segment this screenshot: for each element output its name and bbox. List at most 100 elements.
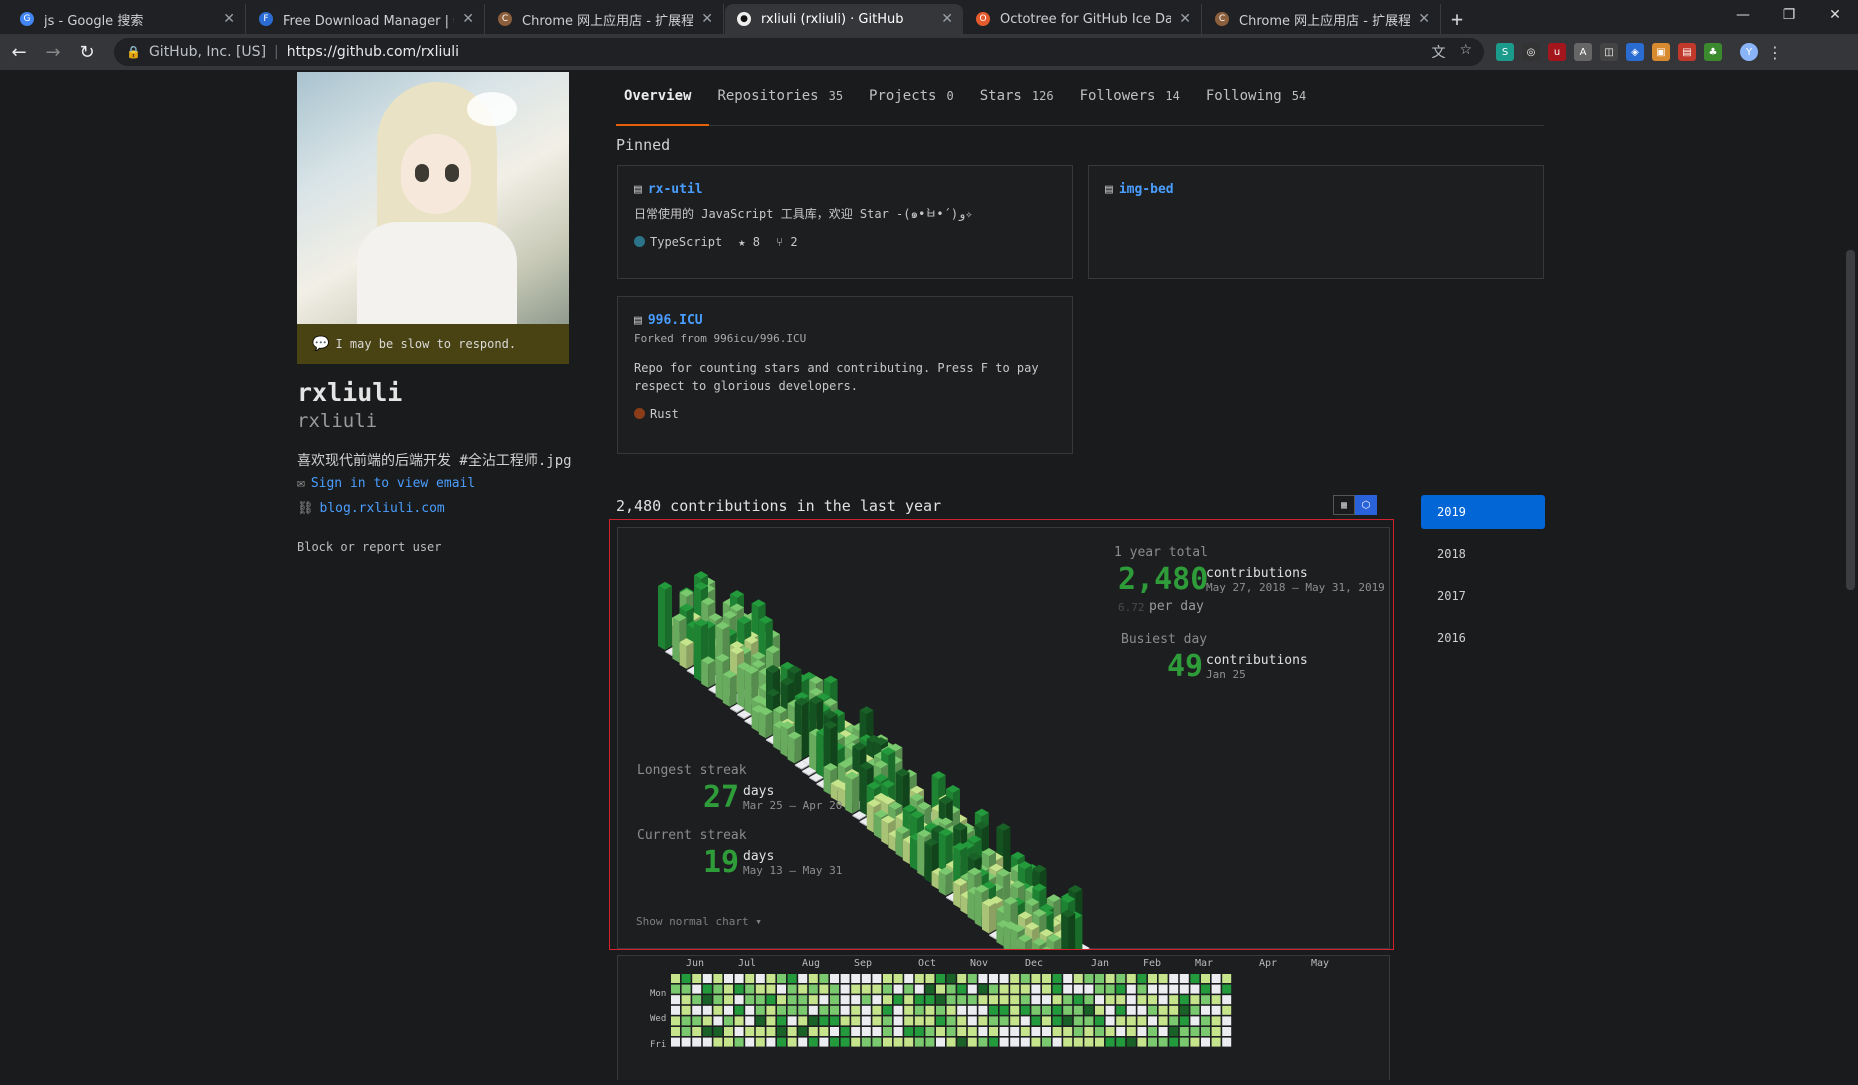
heatmap-day-cell[interactable] [1190,1037,1200,1047]
heatmap-day-cell[interactable] [1052,1016,1062,1026]
heatmap-day-cell[interactable] [787,984,797,994]
back-icon[interactable]: ← [4,37,34,67]
heatmap-day-cell[interactable] [893,1027,903,1036]
heatmap-day-cell[interactable] [936,1037,945,1047]
tab-close-icon[interactable]: ✕ [1418,11,1430,27]
heatmap-day-cell[interactable] [1095,1016,1104,1026]
heatmap-day-cell[interactable] [692,1005,702,1015]
tab-stars[interactable]: Stars 126 [972,82,1072,126]
heatmap-day-cell[interactable] [1020,984,1030,994]
heatmap-day-cell[interactable] [830,995,839,1005]
heatmap-day-cell[interactable] [1211,984,1221,994]
heatmap-day-cell[interactable] [798,1005,808,1015]
heatmap-day-cell[interactable] [819,1027,829,1036]
heatmap-day-cell[interactable] [766,995,776,1005]
heatmap-day-cell[interactable] [681,995,691,1005]
heatmap-day-cell[interactable] [936,984,945,994]
heatmap-day-cell[interactable] [798,1016,808,1026]
heatmap-day-cell[interactable] [967,995,977,1005]
heatmap-day-cell[interactable] [692,984,702,994]
heatmap-day-cell[interactable] [1137,974,1147,983]
extension-icon[interactable]: S [1496,43,1514,61]
heatmap-day-cell[interactable] [999,974,1009,983]
heatmap-day-cell[interactable] [702,1016,712,1026]
heatmap-day-cell[interactable] [1137,1005,1147,1015]
heatmap-day-cell[interactable] [840,1027,850,1036]
heatmap-day-cell[interactable] [787,995,797,1005]
heatmap-day-cell[interactable] [957,995,967,1005]
heatmap-day-cell[interactable] [1169,1037,1179,1047]
heatmap-day-cell[interactable] [1020,974,1030,983]
heatmap-day-cell[interactable] [1158,984,1168,994]
heatmap-day-cell[interactable] [1031,974,1041,983]
heatmap-day-cell[interactable] [1031,1037,1041,1047]
tab-overview[interactable]: Overview [616,82,710,126]
heatmap-day-cell[interactable] [702,984,712,994]
scrollbar[interactable] [1843,70,1858,1080]
forked-from[interactable]: Forked from 996icu/996.ICU [634,332,1056,345]
heatmap-day-cell[interactable] [1042,1027,1051,1036]
heatmap-day-cell[interactable] [1179,995,1189,1005]
heatmap-day-cell[interactable] [840,984,850,994]
heatmap-day-cell[interactable] [1126,1037,1136,1047]
heatmap-day-cell[interactable] [766,1005,776,1015]
heatmap-day-cell[interactable] [1095,1037,1104,1047]
heatmap-day-cell[interactable] [1222,1037,1232,1047]
heatmap-day-cell[interactable] [883,984,892,994]
heatmap-day-cell[interactable] [1201,1005,1210,1015]
heatmap-day-cell[interactable] [798,1027,808,1036]
heatmap-day-cell[interactable] [957,974,967,983]
heatmap-day-cell[interactable] [999,1037,1009,1047]
heatmap-day-cell[interactable] [989,1027,998,1036]
heatmap-day-cell[interactable] [1105,1005,1115,1015]
heatmap-day-cell[interactable] [1105,984,1115,994]
heatmap-day-cell[interactable] [883,1037,892,1047]
heatmap-day-cell[interactable] [745,974,755,983]
heatmap-day-cell[interactable] [1095,974,1104,983]
heatmap-day-cell[interactable] [1042,974,1051,983]
show-normal-chart-toggle[interactable]: Show normal chart ▾ [636,915,762,928]
block-report-link[interactable]: Block or report user [297,540,442,554]
profile-avatar-icon[interactable]: Y [1740,43,1758,61]
heatmap-day-cell[interactable] [702,1037,712,1047]
heatmap-day-cell[interactable] [798,995,808,1005]
heatmap-day-cell[interactable] [777,984,786,994]
heatmap-day-cell[interactable] [777,1016,786,1026]
heatmap-day-cell[interactable] [978,995,988,1005]
heatmap-day-cell[interactable] [724,1037,733,1047]
heatmap-day-cell[interactable] [1148,1037,1157,1047]
heatmap-day-cell[interactable] [851,995,861,1005]
heatmap-day-cell[interactable] [1042,984,1051,994]
heatmap-day-cell[interactable] [1084,995,1094,1005]
heatmap-day-cell[interactable] [1190,974,1200,983]
heatmap-day-cell[interactable] [1073,1005,1083,1015]
heatmap-day-cell[interactable] [1211,1005,1221,1015]
heatmap-day-cell[interactable] [1179,1037,1189,1047]
browser-tab[interactable]: C Chrome 网上应用店 - 扩展程序 ✕ [486,4,724,34]
repo-forks[interactable]: ⑂ 2 [776,235,798,249]
tab-repositories[interactable]: Repositories 35 [709,82,861,126]
heatmap-day-cell[interactable] [893,1016,903,1026]
heatmap-day-cell[interactable] [798,984,808,994]
heatmap-day-cell[interactable] [904,1016,914,1026]
tab-close-icon[interactable]: ✕ [941,11,953,27]
heatmap-day-cell[interactable] [999,1027,1009,1036]
heatmap-day-cell[interactable] [883,974,892,983]
heatmap-day-cell[interactable] [819,1005,829,1015]
heatmap-day-cell[interactable] [1158,1037,1168,1047]
heatmap-day-cell[interactable] [872,1016,882,1026]
restore-icon[interactable]: ❐ [1766,0,1812,30]
heatmap-day-cell[interactable] [1052,995,1062,1005]
heatmap-day-cell[interactable] [755,984,765,994]
heatmap-day-cell[interactable] [957,984,967,994]
heatmap-day-cell[interactable] [830,984,839,994]
heatmap-day-cell[interactable] [999,984,1009,994]
heatmap-day-cell[interactable] [1137,984,1147,994]
heatmap-day-cell[interactable] [936,1005,945,1015]
heatmap-day-cell[interactable] [861,1027,871,1036]
heatmap-day-cell[interactable] [713,1037,723,1047]
heatmap-day-cell[interactable] [1222,1016,1232,1026]
heatmap-day-cell[interactable] [1126,974,1136,983]
heatmap-day-cell[interactable] [734,995,744,1005]
tab-close-icon[interactable]: ✕ [1179,11,1191,27]
